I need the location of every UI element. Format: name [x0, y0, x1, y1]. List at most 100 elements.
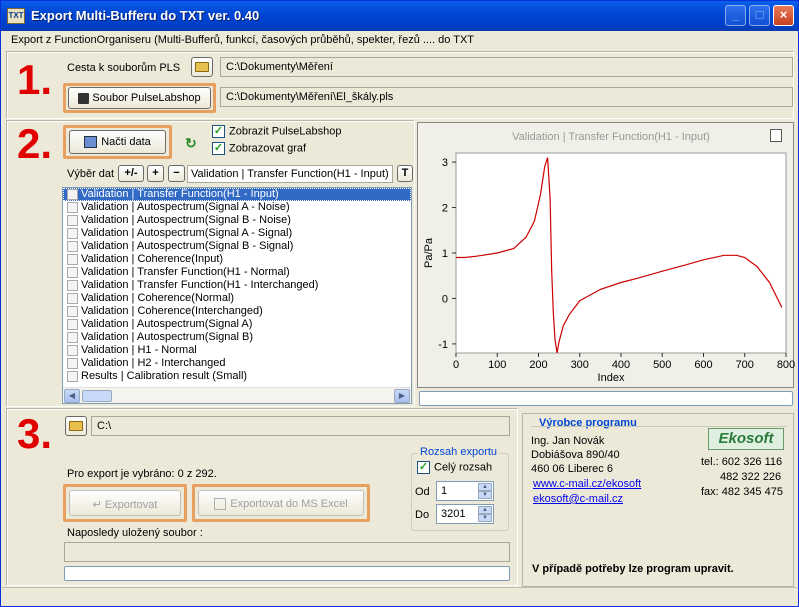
- minimize-button[interactable]: _: [725, 5, 746, 26]
- list-item[interactable]: Results | Calibration result (Small): [63, 370, 411, 383]
- export-folder-button[interactable]: [65, 416, 87, 436]
- list-item[interactable]: Validation | Autospectrum(Signal B - Noi…: [63, 214, 411, 227]
- excel-button-label: Exportovat do MS Excel: [230, 498, 348, 510]
- checkmark-icon: ✓: [212, 142, 225, 155]
- list-item[interactable]: Validation | Autospectrum(Signal B - Sig…: [63, 240, 411, 253]
- plot-area: [455, 152, 787, 354]
- to-label: Do: [415, 509, 430, 521]
- list-item-checkbox[interactable]: [67, 306, 78, 317]
- up-arrow-icon[interactable]: ▲: [478, 506, 492, 514]
- list-item-label: Validation | Autospectrum(Signal A - Noi…: [81, 201, 290, 213]
- x-tick-label: 600: [694, 359, 712, 371]
- list-item[interactable]: Validation | Transfer Function(H1 - Inte…: [63, 279, 411, 292]
- maximize-button[interactable]: □: [749, 5, 770, 26]
- list-item-checkbox[interactable]: [67, 189, 78, 200]
- producer-web-link[interactable]: www.c-mail.cz/ekosoft: [533, 478, 641, 490]
- export-path-field[interactable]: C:\: [91, 416, 510, 436]
- list-item[interactable]: Validation | Autospectrum(Signal A - Noi…: [63, 201, 411, 214]
- x-tick-label: 100: [488, 359, 506, 371]
- producer-city: 460 06 Liberec 6: [531, 463, 613, 475]
- refresh-icon[interactable]: ↻: [185, 135, 197, 152]
- full-range-checkbox[interactable]: ✓ Celý rozsah: [417, 461, 492, 474]
- x-tick-label: 500: [653, 359, 671, 371]
- copy-icon[interactable]: [770, 129, 782, 142]
- app-description: Export z FunctionOrganiseru (Multi-Buffe…: [11, 34, 475, 46]
- data-list[interactable]: Validation | Transfer Function(H1 - Inpu…: [62, 187, 412, 404]
- list-item-label: Results | Calibration result (Small): [81, 370, 248, 382]
- list-item-label: Validation | Autospectrum(Signal B - Noi…: [81, 214, 291, 226]
- list-item-checkbox[interactable]: [67, 228, 78, 239]
- last-saved-field: [64, 542, 510, 562]
- pulselabshop-file-button[interactable]: Soubor PulseLabshop: [68, 87, 211, 109]
- range-title: Rozsah exportu: [418, 446, 500, 458]
- list-item[interactable]: Validation | Coherence(Input): [63, 253, 411, 266]
- list-item-checkbox[interactable]: [67, 293, 78, 304]
- show-pulselabshop-checkbox[interactable]: ✓ Zobrazit PulseLabshop: [212, 125, 342, 138]
- to-stepper[interactable]: 3201 ▲ ▼: [436, 504, 494, 524]
- file-field[interactable]: C:\Dokumenty\Měření\El_škály.pls: [220, 87, 793, 107]
- up-arrow-icon[interactable]: ▲: [478, 483, 492, 491]
- list-item-checkbox[interactable]: [67, 267, 78, 278]
- deselect-all-button[interactable]: −: [168, 165, 185, 182]
- selection-label: Výběr dat: [67, 168, 115, 180]
- close-button[interactable]: ×: [773, 5, 794, 26]
- list-item-checkbox[interactable]: [67, 371, 78, 382]
- list-item[interactable]: Validation | Transfer Function(H1 - Inpu…: [63, 188, 411, 201]
- down-arrow-icon[interactable]: ▼: [478, 514, 492, 522]
- scroll-left-icon[interactable]: ◀: [64, 389, 80, 403]
- load-button-highlight: Načti data: [63, 125, 172, 159]
- select-all-button[interactable]: +: [147, 165, 164, 182]
- show-graph-label: Zobrazovat graf: [229, 142, 307, 155]
- producer-email-link[interactable]: ekosoft@c-mail.cz: [533, 493, 623, 505]
- list-item[interactable]: Validation | Coherence(Interchanged): [63, 305, 411, 318]
- list-item-label: Validation | Autospectrum(Signal B - Sig…: [81, 240, 294, 252]
- show-graph-checkbox[interactable]: ✓ Zobrazovat graf: [212, 142, 306, 155]
- producer-name: Ing. Jan Novák: [531, 435, 605, 447]
- producer-title: Výrobce programu: [539, 417, 637, 429]
- checkmark-icon: ✓: [212, 125, 225, 138]
- list-item-checkbox[interactable]: [67, 215, 78, 226]
- list-item[interactable]: Validation | Autospectrum(Signal A): [63, 318, 411, 331]
- load-data-button[interactable]: Načti data: [69, 130, 166, 154]
- x-tick-label: 0: [453, 359, 459, 371]
- list-item-label: Validation | H1 - Normal: [81, 344, 197, 356]
- list-item[interactable]: Validation | Transfer Function(H1 - Norm…: [63, 266, 411, 279]
- list-item-checkbox[interactable]: [67, 332, 78, 343]
- chart-progress-bar: [419, 391, 793, 406]
- list-item[interactable]: Validation | H2 - Interchanged: [63, 357, 411, 370]
- toggle-selection-button[interactable]: +/-: [118, 165, 144, 182]
- list-item-checkbox[interactable]: [67, 254, 78, 265]
- path-field[interactable]: C:\Dokumenty\Měření: [220, 57, 793, 77]
- excel-export-button[interactable]: Exportovat do MS Excel: [198, 490, 364, 516]
- t-button[interactable]: T: [397, 165, 413, 182]
- list-item-checkbox[interactable]: [67, 241, 78, 252]
- producer-panel: Výrobce programu Ing. Jan Novák Dobiášov…: [522, 413, 794, 587]
- export-button[interactable]: ↵ Exportovat: [69, 490, 181, 516]
- export-button-highlight: ↵ Exportovat: [63, 484, 187, 522]
- ekosoft-logo: Ekosoft: [708, 428, 784, 450]
- list-item[interactable]: Validation | Coherence(Normal): [63, 292, 411, 305]
- from-stepper[interactable]: 1 ▲ ▼: [436, 481, 494, 501]
- list-item[interactable]: Validation | Autospectrum(Signal B): [63, 331, 411, 344]
- list-item-checkbox[interactable]: [67, 280, 78, 291]
- y-tick-label: -1: [438, 339, 448, 351]
- list-item[interactable]: Validation | Autospectrum(Signal A - Sig…: [63, 227, 411, 240]
- scroll-right-icon[interactable]: ▶: [394, 389, 410, 403]
- list-item-checkbox[interactable]: [67, 319, 78, 330]
- x-tick-label: 800: [777, 359, 795, 371]
- title-bar[interactable]: TXT Export Multi-Bufferu do TXT ver. 0.4…: [1, 1, 798, 31]
- load-button-label: Načti data: [101, 136, 151, 148]
- selected-item-field[interactable]: Validation | Transfer Function(H1 - Inpu…: [187, 165, 393, 183]
- producer-divider: [531, 426, 787, 427]
- list-item-checkbox[interactable]: [67, 345, 78, 356]
- down-arrow-icon[interactable]: ▼: [478, 491, 492, 499]
- checkmark-icon: ✓: [417, 461, 430, 474]
- list-item-checkbox[interactable]: [67, 358, 78, 369]
- export-progress-bar: [64, 566, 510, 581]
- scroll-thumb[interactable]: [82, 390, 112, 402]
- list-scrollbar[interactable]: ◀ ▶: [63, 387, 411, 403]
- list-item[interactable]: Validation | H1 - Normal: [63, 344, 411, 357]
- y-axis-label: Pa/Pa: [423, 237, 435, 268]
- list-item-checkbox[interactable]: [67, 202, 78, 213]
- browse-folder-button[interactable]: [191, 57, 213, 77]
